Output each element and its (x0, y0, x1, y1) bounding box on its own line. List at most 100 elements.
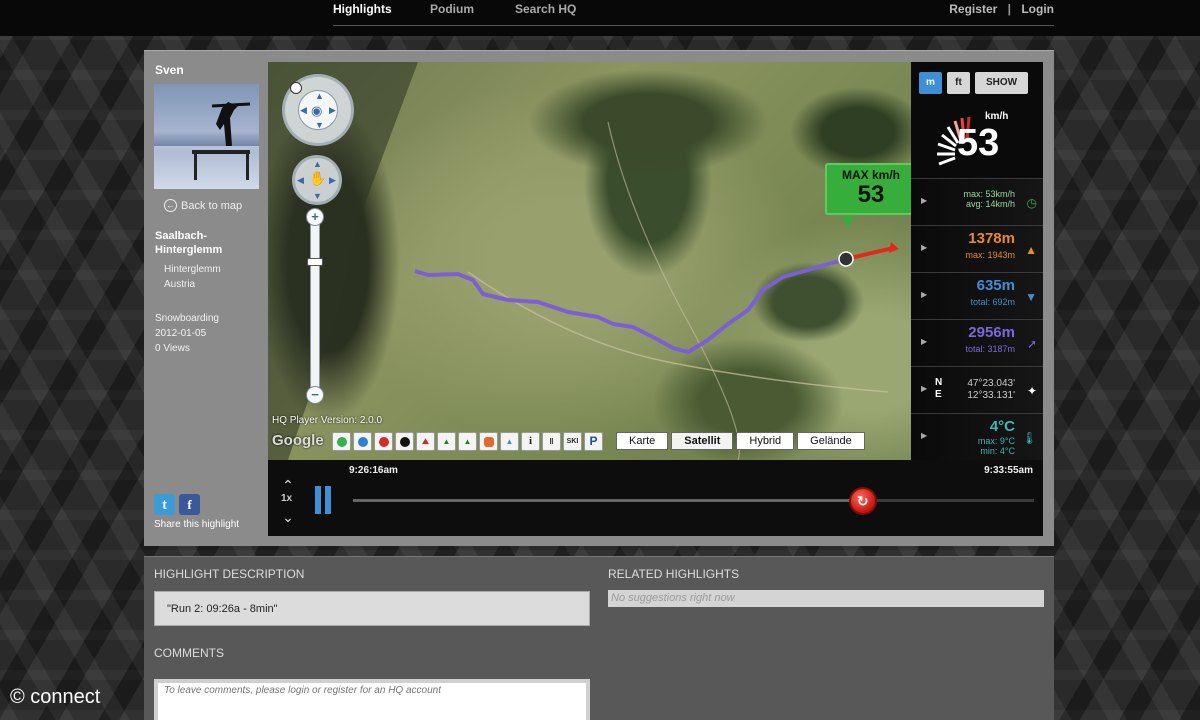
facebook-icon[interactable]: f (179, 494, 200, 515)
black-dot-icon[interactable] (395, 432, 414, 451)
timeline-scrubber[interactable]: ↻ (848, 487, 877, 515)
compass-icon (290, 82, 302, 94)
mountain-icon[interactable]: ▲ (500, 432, 519, 451)
top-navigation: Highlights Podium Search HQ Register | L… (0, 0, 1200, 36)
back-to-map-label: Back to map (181, 199, 243, 212)
tree-icon[interactable]: ▲ (437, 432, 456, 451)
pan-right-icon[interactable]: ▶ (329, 105, 336, 116)
expand-caret-icon: ▶ (921, 431, 928, 440)
pan-up-icon[interactable]: ▲ (315, 91, 324, 101)
highlight-panel: Sven ← Back to map Saalbach- Hinterglemm… (144, 50, 1054, 546)
temperature-stat-row[interactable]: ▶ 4°C max: 9°C min: 4°C 🌡 (911, 413, 1043, 460)
avatar[interactable] (154, 84, 259, 189)
map-type-gelande[interactable]: Gelände (797, 432, 865, 450)
description-heading: HIGHLIGHT DESCRIPTION (154, 567, 305, 581)
distance-stat-row[interactable]: ▶ 2956m total: 3187m ➚ (911, 319, 1043, 366)
distance-total: total: 3187m (965, 344, 1015, 354)
max-speed-callout: MAX km/h 53 (825, 163, 911, 215)
pan-left-icon[interactable]: ◀ (300, 105, 307, 116)
speed-up-icon[interactable]: ⌃ (278, 478, 298, 492)
expand-caret-icon: ▶ (921, 384, 928, 393)
location-title-line-1: Saalbach- (155, 230, 207, 242)
expand-caret-icon: ▶ (921, 290, 928, 299)
callout-value: 53 (857, 181, 885, 208)
altitude-icon: ▲ (1025, 243, 1037, 257)
google-logo: Google (272, 432, 324, 449)
hut-icon[interactable] (479, 432, 498, 451)
register-link[interactable]: Register (949, 2, 997, 16)
altitude-value: 1378m (968, 230, 1015, 247)
temperature-min: min: 4°C (980, 446, 1015, 456)
look-down-icon[interactable]: ▼ (313, 191, 322, 201)
comments-heading: COMMENTS (154, 646, 224, 660)
nav-podium[interactable]: Podium (430, 2, 474, 16)
speed-stat-row[interactable]: ▶ max: 53km/h avg: 14km/h ◷ (911, 178, 1043, 225)
green-dot-icon[interactable] (332, 432, 351, 451)
longitude-value: 12°33.131' (967, 390, 1015, 401)
location-country: Austria (164, 279, 196, 290)
blue-dot-icon[interactable] (353, 432, 372, 451)
pan-down-icon[interactable]: ▼ (315, 120, 324, 130)
map-type-karte[interactable]: Karte (616, 432, 669, 450)
map-type-satellit[interactable]: Satellit (671, 432, 734, 450)
speed-unit: km/h (985, 111, 1009, 122)
tree-icon[interactable]: ▲ (458, 432, 477, 451)
ski-lift-icon[interactable]: ⛰ (416, 432, 435, 451)
location-title-line-2: Hinterglemm (155, 244, 223, 256)
parking-icon[interactable]: P (584, 432, 603, 451)
unit-toggle: m ft SHOW (919, 72, 1028, 94)
look-control[interactable]: ▲ ▼ ◀ ▶ ✋ (292, 155, 342, 205)
pan-control[interactable]: ◉ ▲ ▼ ◀ ▶ (282, 74, 354, 146)
satellite-map[interactable]: ◉ ▲ ▼ ◀ ▶ ▲ ▼ ◀ ▶ ✋ + − HQ Player Versio… (268, 62, 911, 460)
look-right-icon[interactable]: ▶ (329, 175, 336, 186)
twitter-icon[interactable]: t (154, 494, 175, 515)
nav-highlights[interactable]: Highlights (333, 2, 392, 16)
description-text: "Run 2: 09:26a - 8min" (154, 591, 590, 626)
zoom-out-button[interactable]: − (306, 386, 324, 404)
direction-arrow-icon (889, 242, 899, 253)
unit-meters-button[interactable]: m (919, 72, 942, 94)
descent-total: total: 692m (970, 297, 1015, 307)
map-road (607, 121, 741, 460)
timeline-track[interactable] (353, 499, 1034, 502)
pause-button[interactable] (313, 486, 333, 514)
zoom-handle[interactable] (307, 258, 323, 266)
altitude-max: max: 1943m (965, 250, 1015, 260)
callout-pointer (842, 216, 854, 228)
player-version: HQ Player Version: 2.0.0 (272, 415, 383, 426)
back-to-map-link[interactable]: ← Back to map (164, 199, 242, 212)
zoom-in-button[interactable]: + (306, 208, 324, 226)
speed-down-icon[interactable]: ⌄ (278, 510, 298, 524)
zoom-slider[interactable] (310, 212, 320, 402)
auth-separator: | (1007, 2, 1011, 16)
look-left-icon[interactable]: ◀ (297, 175, 304, 186)
altitude-stat-row[interactable]: ▶ 1378m max: 1943m ▲ (911, 225, 1043, 272)
layer-toggles: ⛰ ▲ ▲ ▲ i ‖ SKI P (332, 432, 603, 451)
expand-caret-icon: ▶ (921, 337, 928, 346)
map-road (467, 271, 889, 393)
restaurant-icon[interactable]: ‖ (542, 432, 561, 451)
red-dot-icon[interactable] (374, 432, 393, 451)
show-button[interactable]: SHOW (975, 72, 1028, 94)
map-type-hybrid[interactable]: Hybrid (736, 432, 795, 450)
descent-stat-row[interactable]: ▶ 635m total: 692m ▼ (911, 272, 1043, 319)
auth-links: Register | Login (949, 2, 1054, 16)
distance-value: 2956m (968, 324, 1015, 341)
ski-school-icon[interactable]: SKI (563, 432, 582, 451)
speed-max: max: 53km/h (963, 189, 1015, 199)
end-time: 9:33:55am (984, 465, 1033, 476)
coordinates-stat-row[interactable]: ▶ N E 47°23.043' 12°33.131' ✦ (911, 366, 1043, 413)
nav-search-hq[interactable]: Search HQ (515, 2, 576, 16)
look-up-icon[interactable]: ▲ (313, 159, 322, 169)
current-speed: 53 (957, 122, 1000, 164)
expand-caret-icon: ▶ (921, 243, 928, 252)
info-icon[interactable]: i (521, 432, 540, 451)
unit-feet-button[interactable]: ft (947, 72, 970, 94)
expand-caret-icon: ▶ (921, 196, 928, 205)
gauge-icon: ◷ (1026, 196, 1037, 210)
nav-divider (333, 25, 1054, 26)
comment-input[interactable] (154, 679, 590, 720)
back-arrow-icon: ← (164, 199, 177, 212)
distance-icon: ➚ (1026, 337, 1037, 351)
login-link[interactable]: Login (1021, 2, 1054, 16)
